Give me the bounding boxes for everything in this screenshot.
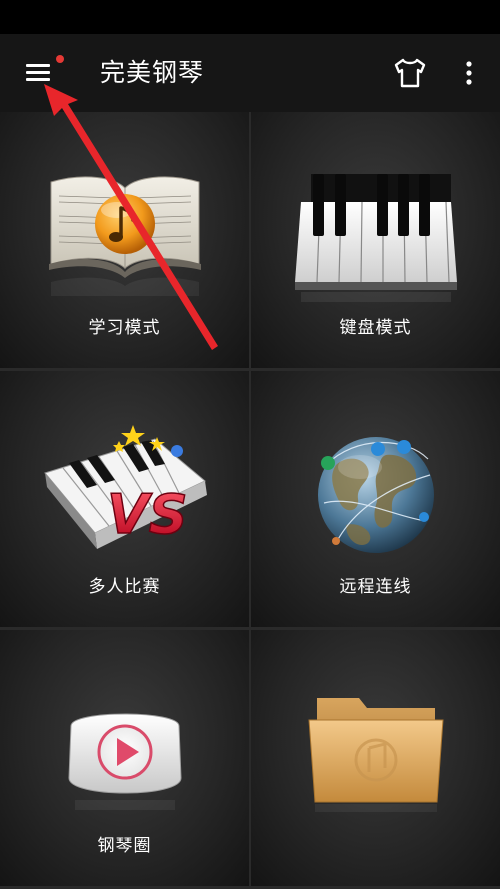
vs-piano-icon: VS	[43, 425, 207, 549]
notification-dot	[56, 55, 64, 63]
video-play-icon	[67, 713, 182, 810]
svg-text:VS: VS	[107, 483, 188, 546]
tile-remote-connect[interactable]: 远程连线	[251, 371, 500, 627]
tile-keyboard-mode[interactable]: 键盘模式	[251, 112, 500, 368]
app-bar: 完美钢琴	[0, 34, 500, 112]
tile-label: 学习模式	[88, 318, 161, 338]
status-bar	[0, 0, 500, 34]
tile-multiplayer-battle[interactable]: VS 多人比赛	[0, 371, 249, 627]
tile-piano-circle[interactable]: 钢琴圈	[0, 630, 249, 886]
tile-label: 键盘模式	[339, 318, 412, 338]
app-screen: 完美钢琴 学习模式 键盘模式 VS 多人比赛 远程连线 钢琴圈	[0, 0, 500, 889]
tile-music-folder[interactable]	[251, 630, 500, 886]
skin-button[interactable]	[392, 56, 428, 90]
music-folder-icon	[307, 698, 444, 812]
more-vertical-icon	[466, 61, 472, 85]
app-title: 完美钢琴	[100, 58, 205, 87]
piano-keys-icon	[294, 174, 457, 302]
globe-network-icon	[317, 437, 434, 553]
tile-learning-mode[interactable]: 学习模式	[0, 112, 249, 368]
music-book-icon	[48, 176, 201, 296]
tshirt-icon	[394, 58, 426, 88]
more-options-button[interactable]	[456, 56, 482, 90]
mode-grid: 学习模式 键盘模式 VS 多人比赛 远程连线 钢琴圈	[0, 112, 500, 889]
tile-label: 远程连线	[339, 577, 412, 597]
tile-label: 钢琴圈	[97, 836, 152, 856]
tile-label: 多人比赛	[88, 577, 161, 597]
menu-button[interactable]	[18, 54, 64, 92]
